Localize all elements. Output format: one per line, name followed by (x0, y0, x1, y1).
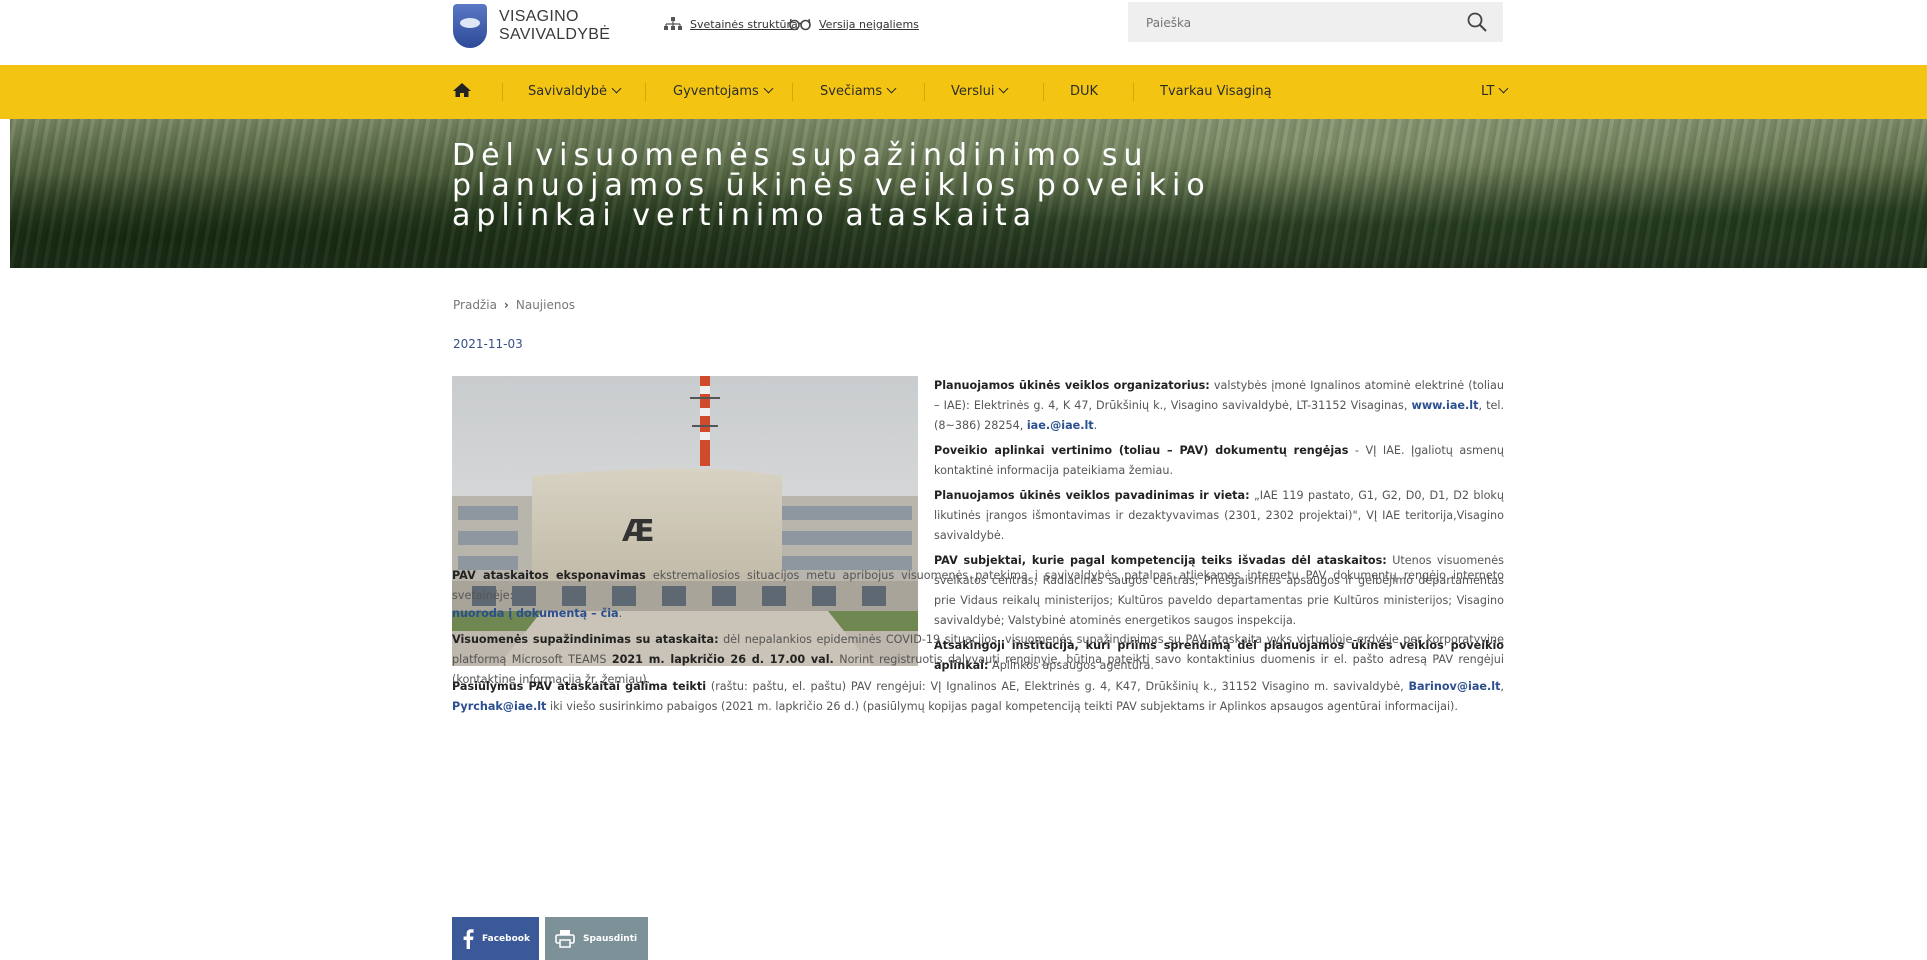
chevron-down-icon (1498, 83, 1509, 94)
chevron-down-icon (763, 83, 774, 94)
search-icon[interactable] (1467, 12, 1487, 32)
label: Poveikio aplinkai vertinimo (toliau – PA… (934, 444, 1349, 457)
site-structure-label: Svetainės struktūra (690, 17, 798, 31)
nav-label: Verslui (951, 84, 995, 99)
facebook-share-button[interactable]: Facebook (452, 917, 539, 960)
iae-logo-sign: Æ (622, 514, 655, 549)
paragraph-organizer: Planuojamos ūkinės veiklos organizatoriu… (934, 376, 1504, 436)
label: Planuojamos ūkinės veiklos organizatoriu… (934, 379, 1210, 392)
paragraph-proposals: Pasiūlymus PAV ataskaitai galima teikti … (452, 677, 1504, 717)
search-input[interactable] (1128, 2, 1468, 44)
print-label: Spausdinti (583, 933, 638, 944)
nav-divider (1043, 83, 1044, 101)
text: . (1093, 419, 1098, 432)
label: Planuojamos ūkinės veiklos pavadinimas i… (934, 489, 1250, 502)
paragraph-activity-name: Planuojamos ūkinės veiklos pavadinimas i… (934, 486, 1504, 546)
nav-label: Tvarkau Visaginą (1160, 84, 1272, 99)
facebook-label: Facebook (482, 933, 530, 944)
accessibility-link[interactable]: Versija neįgaliems (789, 17, 919, 31)
site-logo[interactable]: VISAGINO SAVIVALDYBĖ (453, 4, 610, 48)
chevron-down-icon (999, 83, 1009, 94)
text: iki viešo susirinkimo pabaigos (2021 m. … (546, 700, 1458, 713)
text: (raštu: paštu, el. paštu) PAV rengėjui: … (706, 680, 1409, 693)
text: . (618, 607, 623, 620)
print-button[interactable]: Spausdinti (545, 917, 648, 960)
logo-line1: VISAGINO (499, 8, 579, 25)
document-link[interactable]: nuoroda į dokumentą – čia (452, 607, 619, 620)
language-label: LT (1481, 84, 1495, 99)
printer-icon (555, 929, 575, 948)
chevron-down-icon (886, 83, 897, 94)
home-icon (453, 83, 471, 97)
sitemap-icon (664, 17, 682, 31)
website-link[interactable]: www.iae.lt (1412, 399, 1479, 412)
search-box (1128, 2, 1503, 44)
label: PAV ataskaitos eksponavimas (452, 569, 646, 582)
nav-label: Gyventojams (673, 84, 759, 99)
nav-item-tvarkau-visagina[interactable]: Tvarkau Visaginą (1160, 65, 1272, 119)
breadcrumb-current[interactable]: Naujienos (516, 298, 575, 312)
nav-label: Svečiams (820, 84, 883, 99)
nav-item-duk[interactable]: DUK (1070, 65, 1098, 119)
language-selector[interactable]: LT (1481, 65, 1509, 119)
event-datetime: 2021 m. lapkričio 26 d. 17.00 val. (611, 653, 834, 666)
nav-label: DUK (1070, 84, 1099, 99)
logo-line2: SAVIVALDYBĖ (499, 26, 611, 43)
hero-banner: Dėl visuomenės supažindinimo su planuoja… (10, 119, 1927, 268)
nav-divider (502, 83, 503, 101)
paragraph-exposition: PAV ataskaitos eksponavimas ekstremalios… (452, 566, 1504, 606)
site-structure-link[interactable]: Svetainės struktūra (664, 17, 798, 31)
nav-item-gyventojams[interactable]: Gyventojams (673, 65, 774, 119)
page-title: Dėl visuomenės supažindinimo su planuoja… (452, 138, 1211, 233)
nav-item-savivaldybe[interactable]: Savivaldybė (528, 65, 622, 119)
nav-divider (1133, 83, 1134, 101)
label: Visuomenės supažindinimas su ataskaita: (452, 633, 719, 646)
glasses-icon (789, 17, 811, 31)
nav-item-sveciams[interactable]: Svečiams (820, 65, 897, 119)
email-link-pyrchak[interactable]: Pyrchak@iae.lt (452, 700, 546, 713)
breadcrumb: Pradžia › Naujienos (453, 298, 575, 312)
nav-item-verslui[interactable]: Verslui (951, 65, 1009, 119)
chevron-down-icon (611, 83, 622, 94)
site-header: VISAGINO SAVIVALDYBĖ Svetainės struktūra (0, 0, 1927, 52)
facebook-icon (463, 928, 474, 949)
nav-divider (645, 83, 646, 101)
nav-label: Savivaldybė (528, 84, 607, 99)
nav-divider (792, 83, 793, 101)
paragraph-preparer: Poveikio aplinkai vertinimo (toliau – PA… (934, 441, 1504, 481)
nav-divider (924, 83, 925, 101)
accessibility-label: Versija neįgaliems (819, 17, 919, 31)
breadcrumb-home[interactable]: Pradžia (453, 298, 497, 312)
label: Pasiūlymus PAV ataskaitai galima teikti (452, 680, 707, 693)
email-link[interactable]: iae.@iae.lt (1027, 419, 1094, 432)
crest-icon (453, 4, 487, 48)
main-navigation: Savivaldybė Gyventojams Svečiams Verslui… (0, 65, 1927, 119)
home-link[interactable] (452, 65, 472, 119)
email-link-barinov[interactable]: Barinov@iae.lt (1408, 680, 1500, 693)
article-date: 2021-11-03 (453, 337, 523, 351)
text: , (1500, 680, 1504, 693)
paragraph-document-link: nuoroda į dokumentą – čia. (452, 604, 1504, 624)
logo-text: VISAGINO SAVIVALDYBĖ (499, 8, 610, 44)
breadcrumb-chevron-icon: › (503, 298, 509, 312)
